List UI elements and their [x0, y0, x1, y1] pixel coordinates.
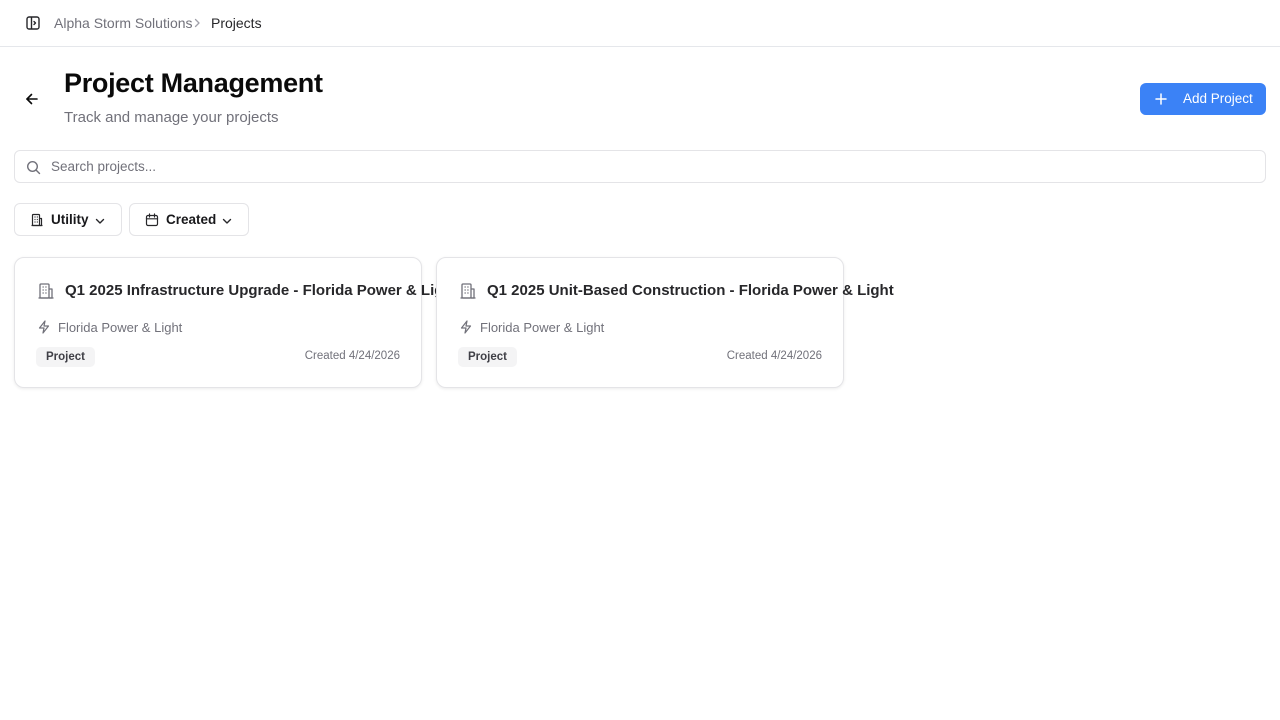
- breadcrumb-current: Projects: [211, 15, 262, 31]
- page-title: Project Management: [64, 68, 323, 98]
- sidebar-panel-icon[interactable]: [25, 15, 41, 31]
- project-card[interactable]: Q1 2025 Infrastructure Upgrade - Florida…: [14, 257, 458, 388]
- project-utility: Florida Power & Light: [480, 320, 605, 335]
- building-icon: [31, 213, 43, 227]
- arrow-left-icon[interactable]: [22, 89, 42, 109]
- add-project-label: Add Project: [1183, 91, 1253, 106]
- chevron-down-icon: [95, 218, 105, 224]
- chevron-down-icon: [222, 218, 232, 224]
- zap-icon: [460, 320, 472, 334]
- project-title: Q1 2025 Infrastructure Upgrade - Florida…: [65, 282, 458, 299]
- project-card[interactable]: Q1 2025 Unit-Based Construction - Florid…: [436, 257, 894, 388]
- search-bar: [14, 150, 1266, 183]
- project-type-badge: Project: [36, 347, 95, 367]
- project-created-date: Created 4/24/2026: [304, 350, 400, 362]
- project-title: Q1 2025 Unit-Based Construction - Florid…: [487, 282, 894, 299]
- calendar-icon: [145, 213, 159, 227]
- page-subtitle: Track and manage your projects: [64, 109, 279, 126]
- utility-filter-label: Utility: [51, 212, 89, 227]
- building-icon: [460, 283, 476, 299]
- plus-icon: [1155, 93, 1167, 105]
- zap-icon: [38, 320, 50, 334]
- breadcrumb-org-link[interactable]: Alpha Storm Solutions: [54, 15, 193, 31]
- building-icon: [38, 283, 54, 299]
- created-filter-dropdown[interactable]: Created: [129, 203, 249, 236]
- utility-filter-dropdown[interactable]: Utility: [14, 203, 122, 236]
- project-type-badge: Project: [458, 347, 517, 367]
- add-project-button[interactable]: Add Project: [1140, 83, 1266, 115]
- top-bar: Alpha Storm Solutions Projects: [0, 0, 1280, 47]
- project-utility: Florida Power & Light: [58, 320, 183, 335]
- chevron-right-icon: [194, 18, 200, 28]
- project-created-date: Created 4/24/2026: [726, 350, 822, 362]
- created-filter-label: Created: [166, 212, 217, 227]
- search-icon: [26, 160, 41, 175]
- search-input[interactable]: [51, 151, 1251, 182]
